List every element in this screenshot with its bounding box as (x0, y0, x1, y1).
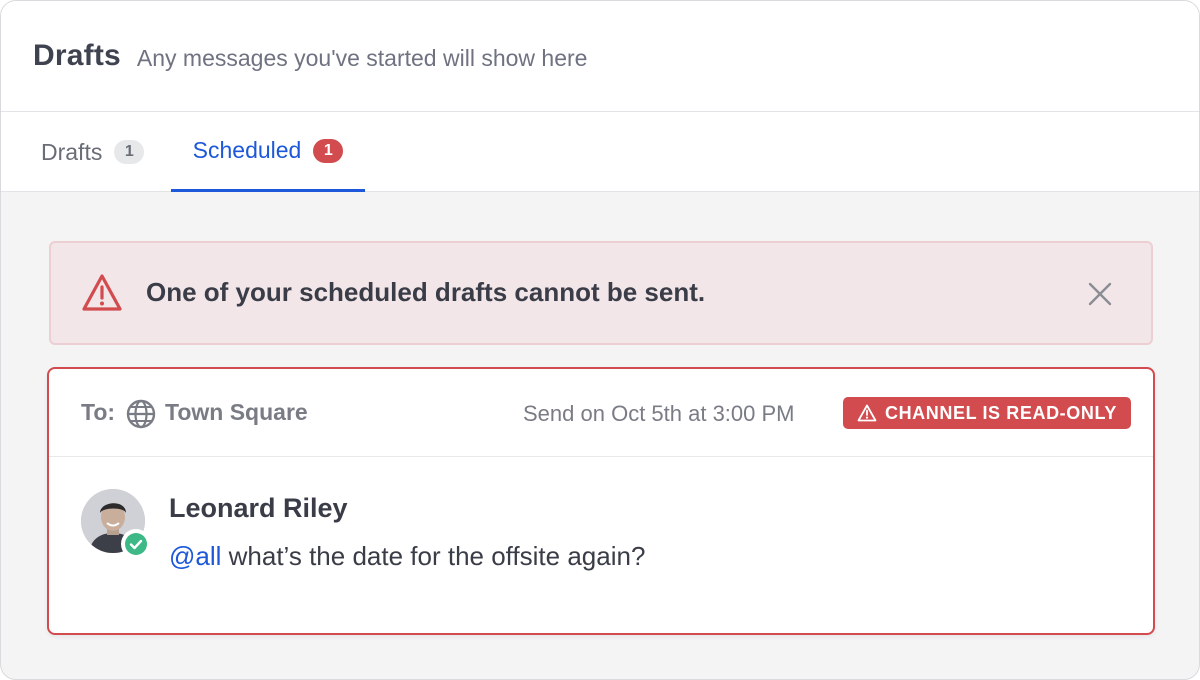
online-status-icon (121, 529, 151, 559)
page-title: Drafts (33, 39, 121, 72)
error-banner-text: One of your scheduled drafts cannot be s… (146, 277, 706, 307)
tab-drafts-count: 1 (114, 140, 145, 164)
tab-scheduled-count: 1 (313, 138, 344, 163)
channel-name[interactable]: Town Square (165, 399, 308, 426)
tab-drafts-label: Drafts (41, 138, 103, 165)
tab-scheduled-label: Scheduled (192, 137, 302, 163)
status-badge: CHANNEL IS READ-ONLY (843, 397, 1131, 429)
status-badge-text: CHANNEL IS READ-ONLY (884, 402, 1118, 423)
warning-triangle-icon (81, 273, 123, 313)
page-subtitle: Any messages you've started will show he… (136, 44, 588, 71)
page-header: Drafts Any messages you've started will … (1, 1, 1199, 112)
mention-link[interactable]: @all (169, 541, 221, 571)
error-banner: One of your scheduled drafts cannot be s… (49, 241, 1153, 345)
scheduled-draft-card[interactable]: To: Town Square Send on Oct 5th at 3:00 … (47, 367, 1155, 635)
draft-card-header: To: Town Square Send on Oct 5th at 3:00 … (49, 369, 1153, 457)
author-name[interactable]: Leonard Riley (169, 493, 348, 524)
drafts-panel: Drafts Any messages you've started will … (0, 0, 1200, 680)
globe-icon (125, 398, 157, 430)
warning-triangle-icon (857, 404, 877, 422)
message-text: @all what’s the date for the offsite aga… (169, 541, 645, 572)
close-icon[interactable] (1087, 281, 1113, 307)
tab-drafts[interactable]: Drafts 1 (41, 112, 145, 192)
tab-bar: Drafts 1 Scheduled 1 (1, 112, 1199, 192)
message-body: what’s the date for the offsite again? (221, 541, 646, 571)
tab-scheduled[interactable]: Scheduled 1 (171, 112, 365, 192)
scheduled-time: Send on Oct 5th at 3:00 PM (523, 401, 795, 426)
to-label: To: (81, 399, 116, 425)
